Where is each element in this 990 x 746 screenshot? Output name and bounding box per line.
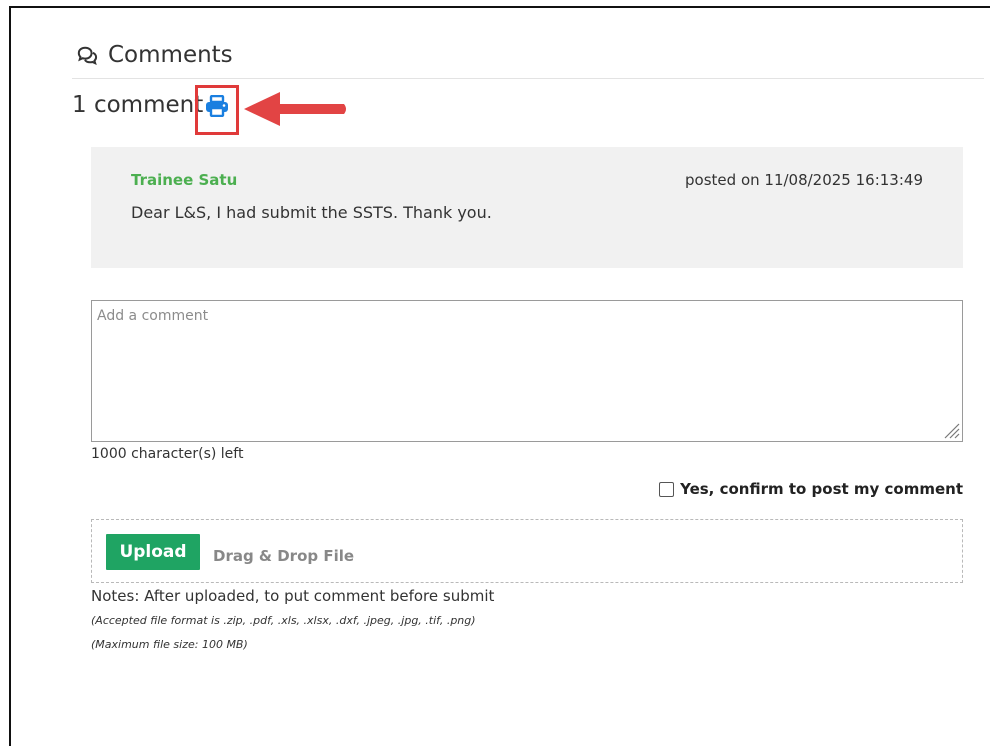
print-icon	[206, 95, 228, 117]
comments-icon	[77, 46, 98, 65]
max-file-size: (Maximum file size: 100 MB)	[91, 638, 248, 651]
comment-count-row: 1 comment	[72, 92, 203, 118]
resize-handle-icon[interactable]	[942, 421, 960, 439]
checkbox-icon[interactable]	[659, 481, 675, 497]
comment-input[interactable]	[92, 301, 962, 441]
print-button[interactable]	[195, 85, 239, 135]
upload-button[interactable]: Upload	[106, 534, 200, 570]
comment-item: Trainee Satu posted on 11/08/2025 16:13:…	[91, 147, 963, 268]
upload-notes: Notes: After uploaded, to put comment be…	[91, 587, 495, 605]
comment-timestamp: posted on 11/08/2025 16:13:49	[685, 171, 923, 189]
confirm-post-checkbox[interactable]: Yes, confirm to post my comment	[659, 480, 963, 498]
comment-input-wrapper	[91, 300, 963, 442]
comments-header: Comments	[76, 42, 233, 68]
drag-drop-label: Drag & Drop File	[213, 547, 355, 565]
confirm-label: Yes, confirm to post my comment	[680, 480, 963, 498]
accepted-formats: (Accepted file format is .zip, .pdf, .xl…	[91, 614, 476, 627]
comment-count: 1 comment	[72, 92, 204, 118]
comment-body: Dear L&S, I had submit the SSTS. Thank y…	[131, 203, 492, 222]
annotation-arrow	[244, 92, 346, 126]
file-dropzone[interactable]: Upload Drag & Drop File	[91, 519, 963, 583]
divider	[72, 78, 984, 79]
comment-author[interactable]: Trainee Satu	[131, 171, 237, 189]
comments-title: Comments	[108, 42, 233, 68]
characters-left: 1000 character(s) left	[91, 446, 244, 462]
